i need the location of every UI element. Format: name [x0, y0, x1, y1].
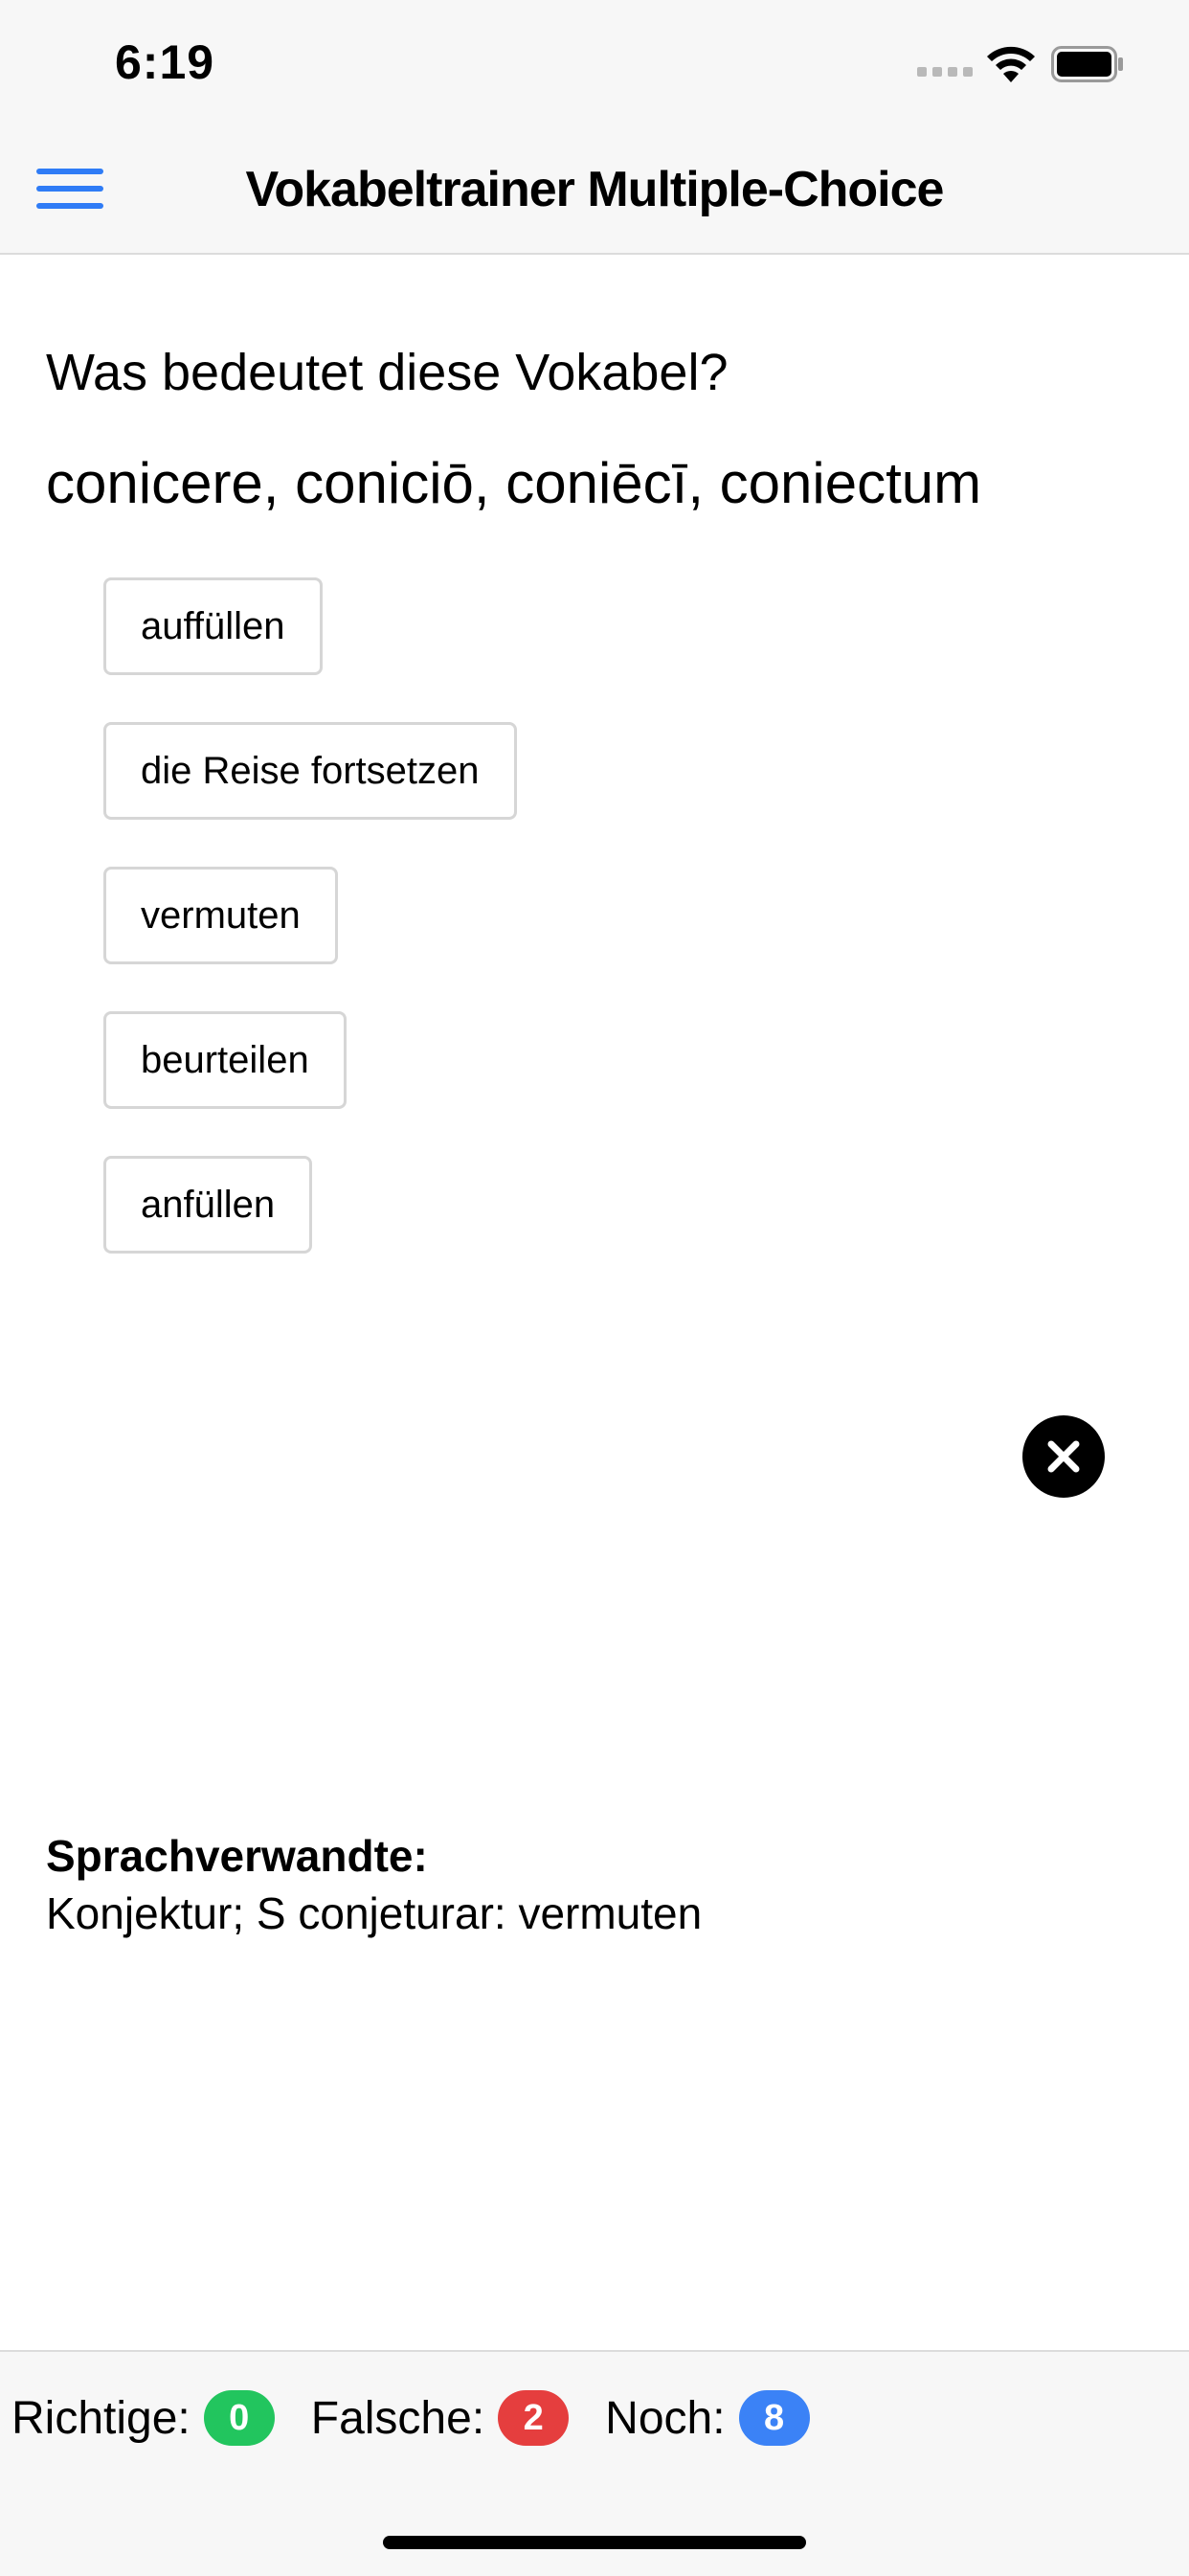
answer-button[interactable]: anfüllen: [103, 1156, 313, 1254]
vocab-word: conicere, coniciō, coniēcī, coniectum: [46, 451, 982, 515]
answer-button[interactable]: vermuten: [103, 867, 338, 964]
wifi-icon: [987, 46, 1035, 82]
page-title: Vokabeltrainer Multiple-Choice: [245, 162, 945, 217]
close-icon[interactable]: [1022, 1415, 1105, 1498]
status-time: 6:19: [115, 35, 215, 89]
nav-header: Vokabeltrainer Multiple-Choice: [0, 126, 1189, 255]
related-text: Konjektur; S conjeturar: vermuten: [46, 1888, 703, 1938]
related-label: Sprachverwandte:: [46, 1831, 428, 1881]
stats: Richtige: 0 Falsche: 2 Noch: 8: [11, 2390, 846, 2446]
remaining-label: Noch:: [605, 2392, 726, 2444]
answer-list: auffüllen die Reise fortsetzen vermuten …: [103, 577, 517, 1254]
correct-count-badge: 0: [203, 2390, 275, 2446]
question-text: Was bedeutet diese Vokabel?: [46, 344, 729, 401]
answer-button[interactable]: beurteilen: [103, 1011, 347, 1109]
answer-button[interactable]: auffüllen: [103, 577, 323, 675]
wrong-label: Falsche:: [310, 2392, 485, 2444]
wrong-count-badge: 2: [498, 2390, 570, 2446]
related-words: Sprachverwandte: Konjektur; S conjeturar…: [46, 1827, 702, 1942]
status-bar: 6:19: [0, 0, 1189, 126]
answer-button[interactable]: die Reise fortsetzen: [103, 722, 517, 820]
correct-label: Richtige:: [11, 2392, 191, 2444]
remaining-count-badge: 8: [738, 2390, 810, 2446]
battery-icon: [1051, 46, 1123, 82]
cellular-signal-icon: [917, 67, 973, 77]
home-indicator[interactable]: [383, 2536, 806, 2549]
